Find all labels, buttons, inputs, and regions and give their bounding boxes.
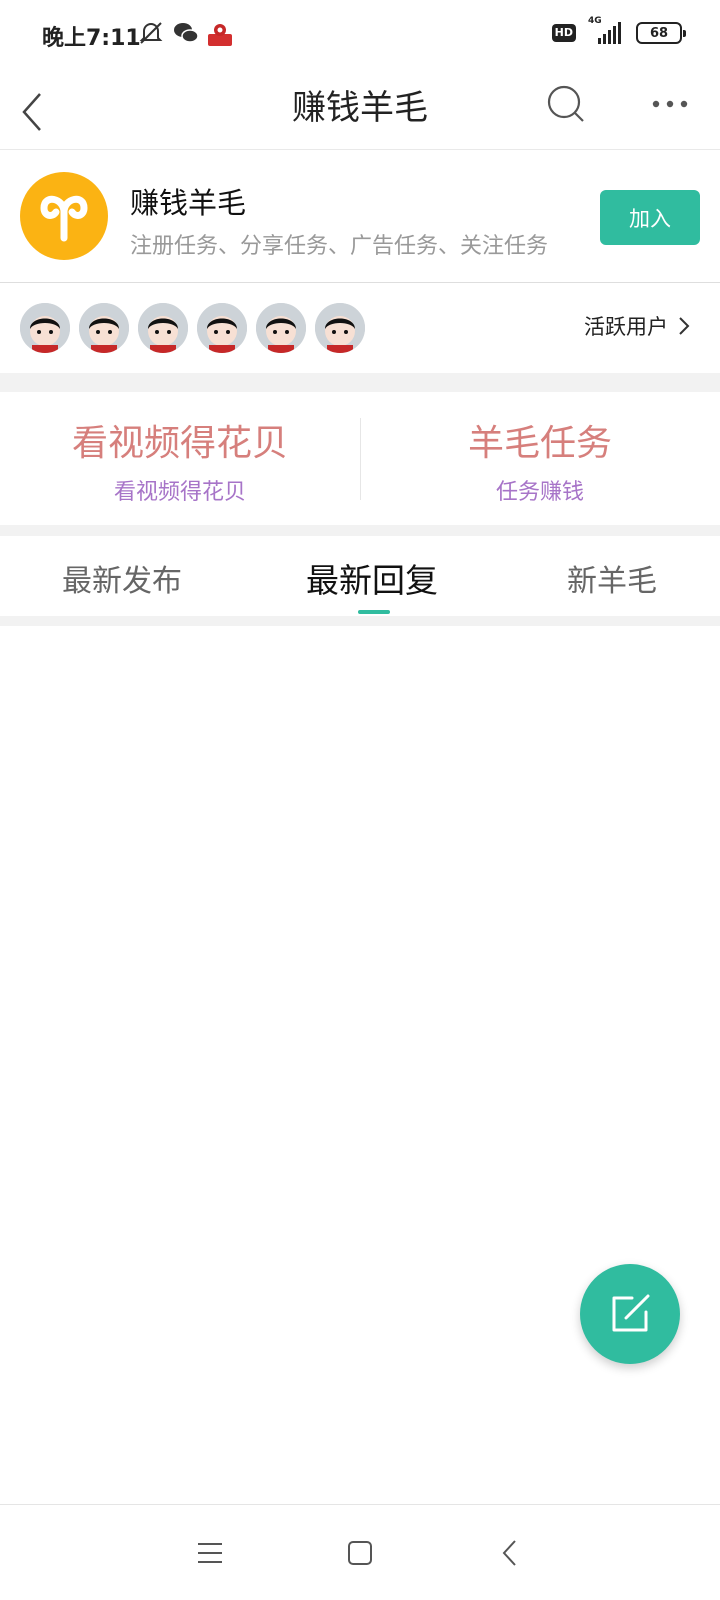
user-avatar[interactable]	[138, 303, 188, 353]
square-home-icon	[348, 1541, 372, 1565]
group-name: 赚钱羊毛	[130, 186, 247, 220]
app-notification-icon	[206, 20, 234, 48]
status-time: 晚上7:11	[42, 26, 141, 51]
feature-tasks[interactable]: 羊毛任务 任务赚钱	[360, 392, 720, 525]
feature-section: 看视频得花贝 看视频得花贝 羊毛任务 任务赚钱	[0, 392, 720, 525]
user-avatar-image	[20, 303, 70, 353]
tab-latest-posts[interactable]: 最新发布	[62, 556, 182, 600]
battery-indicator: 68	[636, 22, 686, 44]
group-description: 注册任务、分享任务、广告任务、关注任务	[130, 234, 549, 259]
more-button[interactable]	[648, 80, 692, 132]
edit-icon	[612, 1294, 650, 1332]
status-right: HD 4G 68	[551, 16, 686, 46]
nav-menu-button[interactable]	[190, 1533, 230, 1573]
feature-title: 羊毛任务	[467, 423, 612, 464]
feature-subtitle: 看视频得花贝	[113, 480, 246, 505]
feature-video-reward[interactable]: 看视频得花贝 看视频得花贝	[0, 392, 360, 525]
post-list	[0, 626, 720, 1506]
group-card: 赚钱羊毛 注册任务、分享任务、广告任务、关注任务 加入	[0, 150, 720, 283]
section-divider	[0, 616, 720, 626]
tab-bar: 最新发布 最新回复 新羊毛	[0, 536, 720, 616]
user-avatar-image	[256, 303, 306, 353]
header: 赚钱羊毛	[0, 68, 720, 150]
signal-icon: 4G	[586, 16, 626, 46]
feature-subtitle: 任务赚钱	[495, 480, 584, 505]
user-avatar[interactable]	[20, 303, 70, 353]
section-divider	[0, 373, 720, 392]
aries-ram-icon	[40, 195, 88, 242]
user-avatar-image	[138, 303, 188, 353]
nav-back-button[interactable]	[490, 1533, 530, 1573]
more-dots-icon	[652, 100, 688, 108]
compose-button[interactable]	[580, 1264, 680, 1364]
menu-lines-icon	[198, 1543, 222, 1563]
user-avatar-image	[315, 303, 365, 353]
mute-bell-icon	[138, 20, 166, 48]
user-avatar[interactable]	[197, 303, 247, 353]
tab-new-deals[interactable]: 新羊毛	[567, 556, 657, 600]
group-avatar	[20, 172, 108, 260]
user-avatar-image	[79, 303, 129, 353]
page-title: 赚钱羊毛	[292, 88, 428, 128]
status-bar: 晚上7:11 HD 4G 68	[0, 0, 720, 68]
user-avatar-image	[197, 303, 247, 353]
user-avatar[interactable]	[315, 303, 365, 353]
user-avatar[interactable]	[79, 303, 129, 353]
tab-latest-replies[interactable]: 最新回复	[306, 554, 438, 602]
chevron-left-icon	[502, 1540, 516, 1566]
active-tab-indicator	[358, 610, 390, 614]
active-users-row[interactable]: 活跃用户	[0, 283, 720, 373]
section-divider	[0, 525, 720, 536]
feature-title: 看视频得花贝	[71, 423, 288, 464]
chevron-right-icon	[679, 317, 690, 335]
search-icon	[547, 85, 584, 122]
active-users-label: 活跃用户	[584, 315, 668, 339]
nav-home-button[interactable]	[340, 1533, 380, 1573]
user-avatar[interactable]	[256, 303, 306, 353]
system-nav-bar	[0, 1504, 720, 1600]
wechat-icon	[172, 20, 200, 48]
active-users-link[interactable]: 活跃用户	[584, 311, 690, 341]
search-button[interactable]	[544, 80, 588, 132]
join-button[interactable]: 加入	[600, 190, 700, 245]
hd-badge: HD	[551, 24, 576, 42]
